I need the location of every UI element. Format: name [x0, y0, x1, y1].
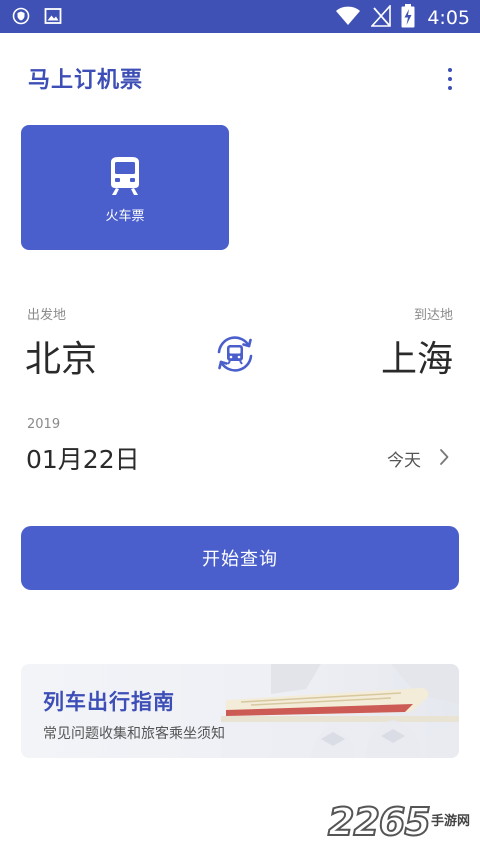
- arrival-city[interactable]: 上海: [381, 330, 453, 382]
- travel-date[interactable]: 01月22日: [26, 440, 140, 476]
- guide-title: 列车出行指南: [43, 690, 175, 714]
- train-ticket-label: 火车票: [105, 209, 145, 224]
- travel-guide-banner[interactable]: 列车出行指南 常见问题收集和旅客乘坐须知: [21, 664, 459, 758]
- travel-year: 2019: [27, 417, 61, 432]
- watermark-site: 手游网: [431, 814, 471, 829]
- guide-subtitle: 常见问题收集和旅客乘坐须知: [43, 726, 225, 742]
- swap-icon[interactable]: [213, 332, 257, 376]
- no-signal-icon: [370, 3, 392, 31]
- arrival-label: 到达地: [413, 308, 453, 323]
- battery-charging-icon: [401, 4, 415, 32]
- search-button[interactable]: 开始查询: [21, 526, 459, 590]
- status-bar: 4:05: [0, 0, 480, 33]
- status-time: 4:05: [427, 7, 470, 29]
- more-vertical-icon[interactable]: [438, 64, 462, 94]
- today-label[interactable]: 今天: [387, 446, 421, 471]
- app-title: 马上订机票: [28, 68, 144, 93]
- watermark-logo: 2265 手游网: [327, 799, 478, 845]
- departure-city[interactable]: 北京: [25, 330, 97, 382]
- shield-icon: [12, 7, 30, 29]
- image-icon: [44, 7, 62, 29]
- watermark-number: 2265: [327, 799, 432, 845]
- train-ticket-card[interactable]: 火车票: [21, 125, 229, 250]
- departure-label: 出发地: [27, 308, 67, 323]
- chevron-right-icon[interactable]: [437, 447, 451, 471]
- wifi-icon: [335, 6, 361, 30]
